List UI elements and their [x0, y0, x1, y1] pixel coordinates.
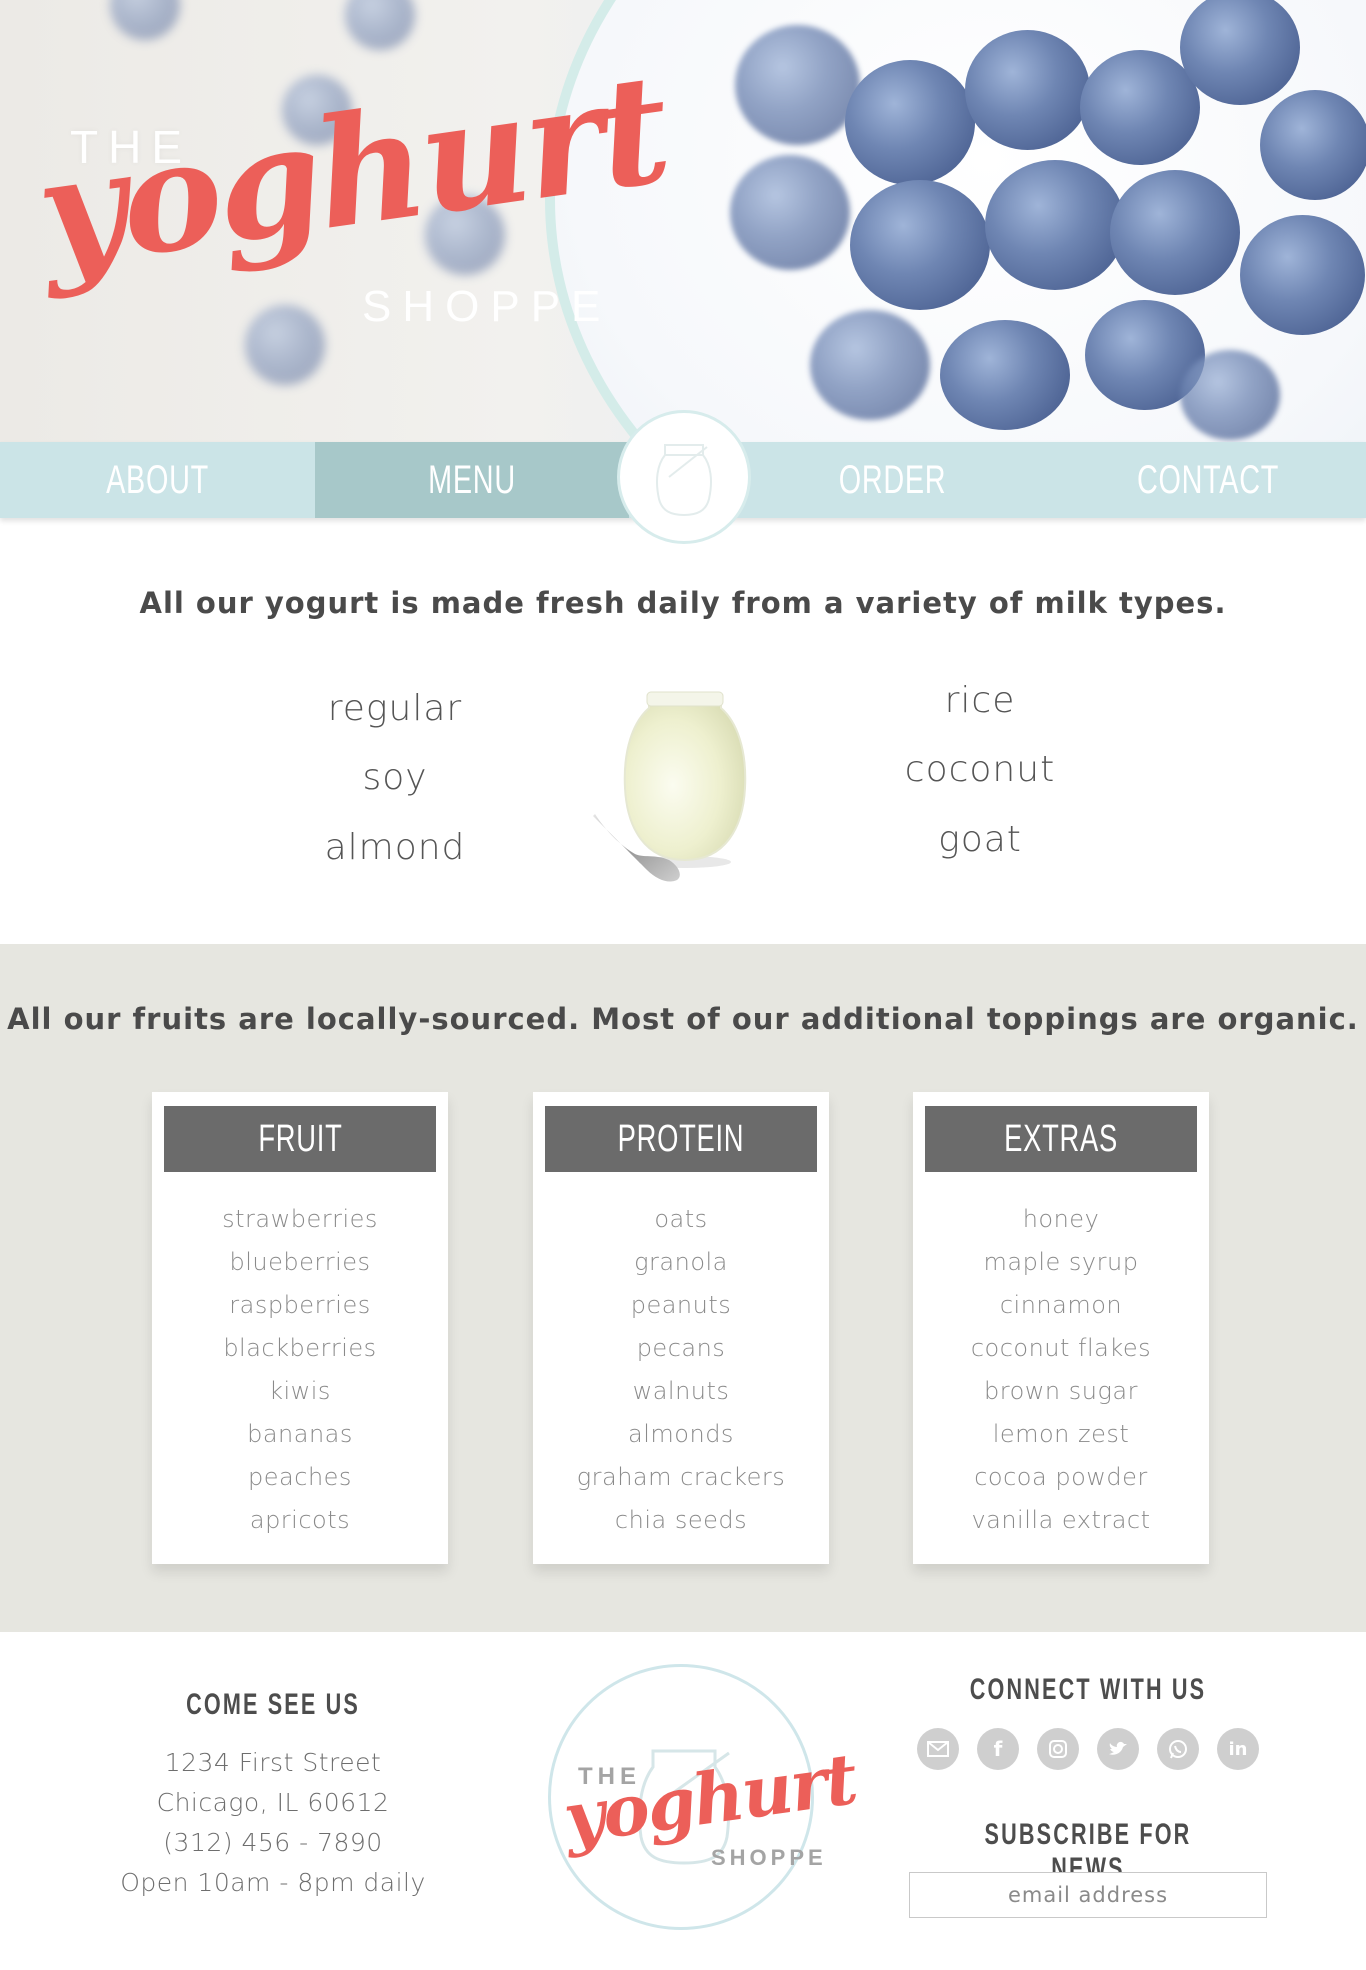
linkedin-icon[interactable]: in — [1217, 1728, 1259, 1770]
list-item: graham crackers — [576, 1463, 786, 1491]
footer-logo-shoppe: SHOPPE — [711, 1845, 827, 1870]
list-item: strawberries — [222, 1205, 378, 1233]
card-header: EXTRAS — [925, 1106, 1197, 1172]
list-item: cocoa powder — [974, 1463, 1148, 1491]
instagram-icon[interactable] — [1037, 1728, 1079, 1770]
address-line: Chicago, IL 60612 — [156, 1788, 390, 1817]
logo-shoppe-text: SHOPPE — [362, 282, 612, 331]
list-item: oats — [654, 1205, 708, 1233]
blueberry-image — [1240, 215, 1365, 335]
email-icon[interactable] — [917, 1728, 959, 1770]
blueberry-image — [735, 25, 860, 145]
milk-type-item: rice — [944, 680, 1016, 721]
milk-type-item: almond — [324, 827, 466, 868]
yogurt-jar-image — [585, 688, 765, 908]
blueberry-image — [1260, 90, 1366, 200]
whatsapp-icon[interactable] — [1157, 1728, 1199, 1770]
list-item: lemon zest — [992, 1420, 1130, 1448]
brand-logo[interactable]: THE yoghurt SHOPPE — [27, 41, 676, 350]
milk-type-item: soy — [362, 757, 428, 798]
nav-item-order[interactable]: ORDER — [779, 442, 1006, 518]
address-line: 1234 First Street — [164, 1748, 382, 1777]
milk-type-item: coconut — [904, 749, 1056, 790]
list-item: pecans — [636, 1334, 726, 1362]
blueberry-image — [810, 310, 930, 420]
blueberry-image — [1110, 170, 1240, 295]
list-item: maple syrup — [983, 1248, 1139, 1276]
milk-type-item: goat — [938, 819, 1022, 860]
topping-card-extras: EXTRAS honey maple syrup cinnamon coconu… — [913, 1092, 1209, 1564]
topping-card-fruit: FRUIT strawberries blueberries raspberri… — [152, 1092, 448, 1564]
visit-us-title: COME SEE US — [186, 1688, 360, 1721]
list-item: walnuts — [632, 1377, 730, 1405]
nav-home-emblem[interactable] — [617, 410, 751, 544]
list-item: almonds — [628, 1420, 734, 1448]
nav-item-about[interactable]: ABOUT — [44, 442, 271, 518]
blueberry-image — [345, 0, 415, 50]
topping-list: oats granola peanuts pecans walnuts almo… — [533, 1198, 829, 1542]
nav-item-menu[interactable]: MENU — [359, 442, 585, 518]
list-item: honey — [1022, 1205, 1100, 1233]
opening-hours: Open 10am - 8pm daily — [120, 1868, 426, 1897]
blueberry-image — [730, 155, 850, 270]
blueberry-image — [940, 320, 1070, 430]
list-item: brown sugar — [984, 1377, 1138, 1405]
topping-list: strawberries blueberries raspberries bla… — [152, 1198, 448, 1542]
milk-types-heading: All our yogurt is made fresh daily from … — [139, 586, 1227, 620]
card-header: FRUIT — [164, 1106, 436, 1172]
blueberry-image — [110, 0, 180, 40]
list-item: apricots — [249, 1506, 351, 1534]
blueberry-image — [965, 30, 1090, 150]
blueberry-image — [1180, 350, 1280, 440]
topping-list: honey maple syrup cinnamon coconut flake… — [913, 1198, 1209, 1542]
blueberry-image — [985, 160, 1125, 290]
connect-title: CONNECT WITH US — [969, 1673, 1207, 1706]
blueberry-image — [850, 180, 990, 310]
card-header: PROTEIN — [545, 1106, 817, 1172]
toppings-heading: All our fruits are locally-sourced. Most… — [7, 1002, 1359, 1036]
list-item: blueberries — [229, 1248, 371, 1276]
blueberry-image — [1080, 50, 1200, 165]
list-item: peaches — [248, 1463, 352, 1491]
list-item: kiwis — [269, 1377, 331, 1405]
twitter-icon[interactable] — [1097, 1728, 1139, 1770]
list-item: peanuts — [630, 1291, 732, 1319]
hero-banner: THE yoghurt SHOPPE — [0, 0, 1366, 442]
card-title: FRUIT — [257, 1117, 343, 1160]
list-item: vanilla extract — [971, 1506, 1151, 1534]
footer-logo[interactable]: THE yoghurt SHOPPE — [548, 1664, 861, 1930]
list-item: bananas — [247, 1420, 353, 1448]
list-item: blackberries — [223, 1334, 377, 1362]
topping-card-protein: PROTEIN oats granola peanuts pecans waln… — [533, 1092, 829, 1564]
facebook-icon[interactable]: f — [977, 1728, 1019, 1770]
milk-type-item: regular — [327, 688, 463, 729]
blueberry-image — [845, 60, 975, 185]
card-title: EXTRAS — [1004, 1117, 1118, 1160]
list-item: cinnamon — [999, 1291, 1123, 1319]
card-title: PROTEIN — [617, 1117, 745, 1160]
yogurt-jar-icon — [656, 444, 712, 517]
list-item: chia seeds — [614, 1506, 748, 1534]
list-item: coconut flakes — [970, 1334, 1152, 1362]
toppings-section: All our fruits are locally-sourced. Most… — [0, 944, 1366, 1632]
email-input[interactable] — [909, 1872, 1267, 1918]
list-item: granola — [634, 1248, 728, 1276]
list-item: raspberries — [229, 1291, 371, 1319]
phone-number[interactable]: (312) 456 - 7890 — [98, 1828, 448, 1857]
nav-item-contact[interactable]: CONTACT — [1094, 442, 1322, 518]
